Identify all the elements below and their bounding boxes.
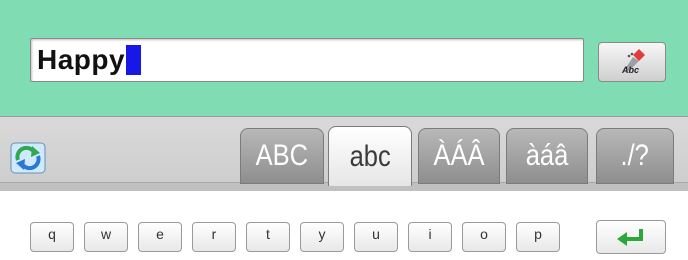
key-e[interactable]: e: [138, 222, 182, 252]
return-arrow-icon: [617, 229, 643, 246]
key-t[interactable]: t: [246, 222, 290, 252]
tab-accented-lowercase[interactable]: àáâ: [506, 128, 588, 184]
text-cursor: [126, 45, 142, 75]
pen-tip-icon: [625, 49, 645, 71]
key-o[interactable]: o: [462, 222, 506, 252]
tab-accented-uppercase-label: ÀÁÂ: [433, 139, 485, 172]
tab-accented-uppercase[interactable]: ÀÁÂ: [418, 128, 500, 184]
swap-button[interactable]: [10, 142, 46, 174]
tab-uppercase[interactable]: ABC: [240, 128, 324, 184]
enter-key[interactable]: [596, 220, 666, 254]
font-select-button[interactable]: Abc: [598, 42, 666, 82]
tab-lowercase[interactable]: abc: [328, 126, 412, 186]
tab-symbols-label: ./?: [620, 139, 650, 172]
key-u[interactable]: u: [354, 222, 398, 252]
text-input-field[interactable]: Happy: [30, 38, 584, 82]
key-q[interactable]: q: [30, 222, 74, 252]
swap-arrows-icon: [10, 142, 46, 174]
tab-lowercase-label: abc: [349, 139, 391, 173]
key-r[interactable]: r: [192, 222, 236, 252]
tab-symbols[interactable]: ./?: [596, 128, 674, 184]
tab-uppercase-label: ABC: [255, 139, 309, 172]
font-select-label: Abc: [622, 65, 640, 75]
keyboard-row: q w e r t y u i o p: [0, 218, 688, 252]
key-y[interactable]: y: [300, 222, 344, 252]
key-p[interactable]: p: [516, 222, 560, 252]
tab-accented-lowercase-label: àáâ: [525, 139, 569, 172]
key-i[interactable]: i: [408, 222, 452, 252]
key-w[interactable]: w: [84, 222, 128, 252]
text-input-value: Happy: [37, 44, 126, 75]
